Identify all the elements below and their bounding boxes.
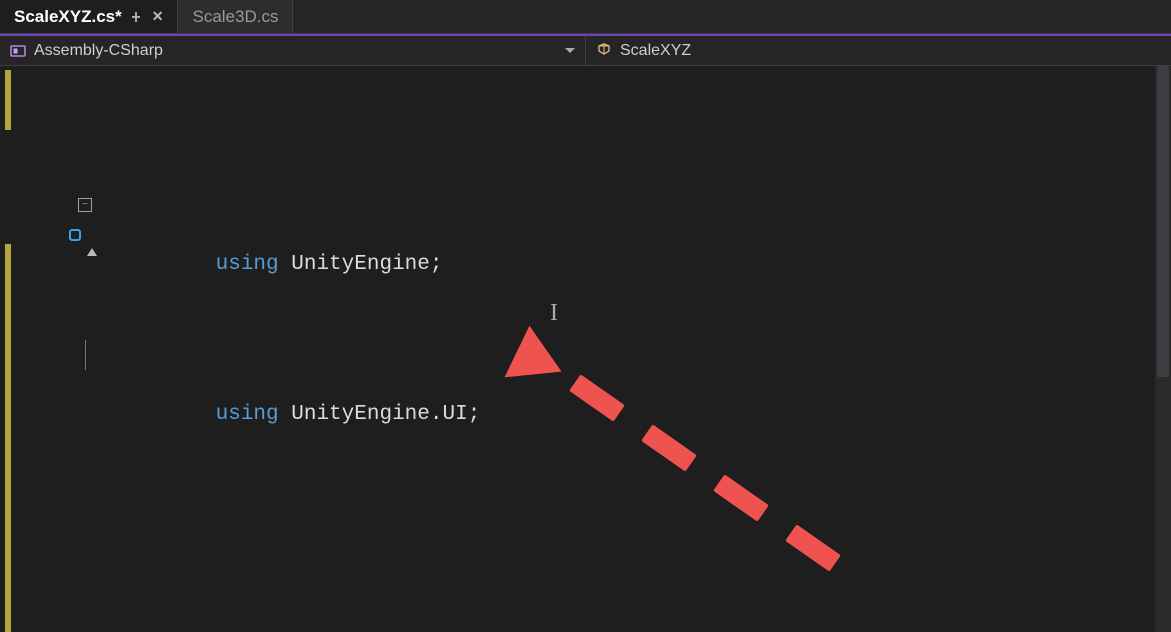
chevron-down-icon [565, 48, 575, 53]
code-area[interactable]: − using UnityEngine; using UnityEngine.U… [100, 66, 1171, 632]
change-indicator [5, 244, 11, 632]
tab-label: Scale3D.cs [192, 7, 278, 27]
csharp-project-icon [10, 43, 26, 59]
code-line-blank[interactable] [100, 460, 1171, 490]
tab-label: ScaleXYZ.cs* [14, 7, 122, 27]
implements-icon[interactable] [35, 224, 57, 246]
code-line[interactable]: − using UnityEngine; [100, 190, 1171, 220]
nav-project-label: Assembly-CSharp [34, 42, 163, 60]
document-tab-bar: ScaleXYZ.cs* ✕ Scale3D.cs [0, 0, 1171, 34]
code-line[interactable]: using UnityEngine.UI; [100, 340, 1171, 370]
close-icon[interactable]: ✕ [152, 8, 164, 25]
pin-icon[interactable] [132, 12, 142, 22]
code-line-blank[interactable] [100, 550, 1171, 580]
outline-guide [85, 340, 86, 370]
tab-scale3d[interactable]: Scale3D.cs [178, 0, 293, 33]
nav-project-dropdown[interactable]: Assembly-CSharp [0, 36, 586, 65]
nav-member-dropdown[interactable]: ScaleXYZ [586, 36, 1171, 65]
class-icon [596, 43, 612, 59]
tab-scalexyz[interactable]: ScaleXYZ.cs* ✕ [0, 0, 178, 33]
vertical-scrollbar[interactable] [1155, 66, 1171, 632]
scroll-thumb[interactable] [1157, 66, 1169, 377]
navigation-bar: Assembly-CSharp ScaleXYZ [0, 36, 1171, 66]
outline-collapse-icon[interactable]: − [78, 198, 92, 212]
code-editor[interactable]: − using UnityEngine; using UnityEngine.U… [0, 66, 1171, 632]
change-indicator [5, 70, 11, 130]
nav-member-label: ScaleXYZ [620, 42, 691, 60]
mouse-ibeam-cursor: I [550, 298, 558, 328]
